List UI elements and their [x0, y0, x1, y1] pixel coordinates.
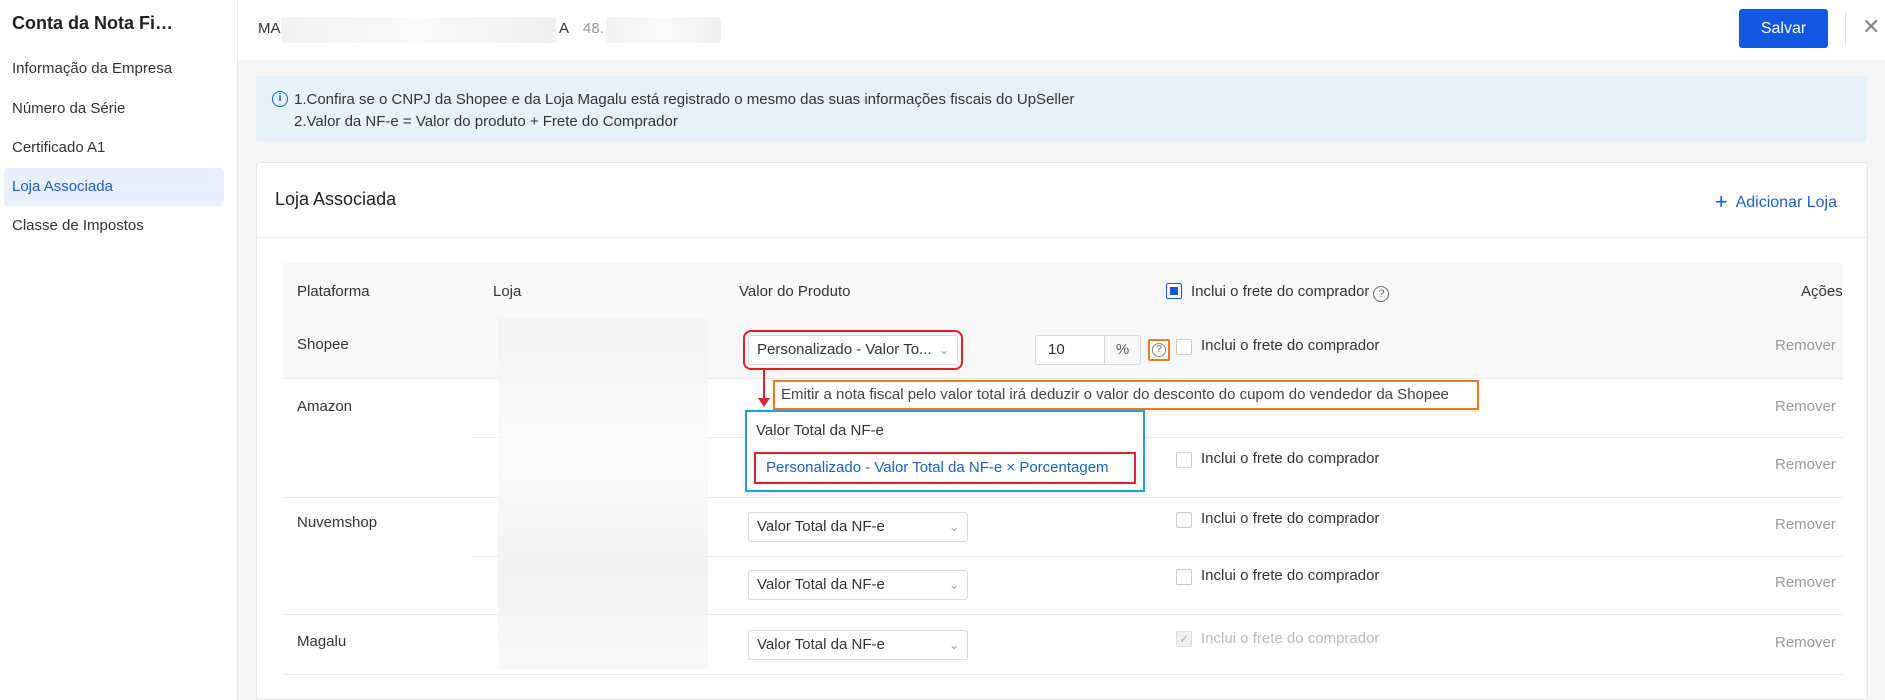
help-icon[interactable]: ?	[1373, 286, 1390, 302]
row-platform: Magalu	[297, 633, 347, 650]
question-icon[interactable]: ?	[1148, 339, 1170, 361]
select-value: Valor Total da NF-e	[757, 518, 885, 535]
select-value: Personalizado - Valor To...	[757, 341, 932, 358]
product-value-select[interactable]: Personalizado - Valor To... ⌄	[743, 330, 963, 370]
company-name: MA	[258, 20, 281, 37]
redacted-company-id	[606, 17, 721, 43]
chevron-down-icon: ⌄	[948, 638, 959, 652]
product-value-dropdown: Valor Total da NF-e Personalizado - Valo…	[745, 410, 1145, 492]
freight-label: Inclui o frete do comprador	[1201, 630, 1380, 647]
row-platform: Nuvemshop	[297, 514, 378, 531]
divider	[1845, 12, 1846, 46]
company-id: 48.	[583, 20, 604, 37]
header-freight-label: Inclui o frete do comprador	[1191, 283, 1370, 300]
select-value: Valor Total da NF-e	[757, 576, 885, 593]
header-platform: Plataforma	[297, 283, 370, 300]
product-value-select[interactable]: Valor Total da NF-e ⌄	[748, 570, 968, 600]
remove-link[interactable]: Remover	[1775, 398, 1836, 415]
save-button[interactable]: Salvar	[1739, 9, 1828, 48]
header-product-value: Valor do Produto	[739, 283, 851, 300]
row-platform: Shopee	[297, 336, 349, 353]
freight-checkbox[interactable]	[1176, 339, 1192, 355]
dropdown-option-custom[interactable]: Personalizado - Valor Total da NF-e × Po…	[754, 452, 1136, 484]
table-header: Plataforma Loja Valor do Produto Inclui …	[283, 263, 1843, 319]
remove-link[interactable]: Remover	[1775, 634, 1836, 651]
add-store-button[interactable]: + Adicionar Loja	[1715, 189, 1837, 215]
freight-checkbox[interactable]	[1176, 512, 1192, 528]
header-store: Loja	[493, 283, 522, 300]
percentage-input[interactable]: 10	[1035, 335, 1105, 365]
sidebar-item-company-info[interactable]: Informação da Empresa	[4, 50, 224, 88]
annotation-arrow-head	[758, 398, 770, 407]
row-divider	[283, 674, 1843, 675]
freight-label: Inclui o frete do comprador	[1201, 510, 1380, 527]
select-value: Valor Total da NF-e	[757, 636, 885, 653]
info-notice: i 1.Confira se o CNPJ da Shopee e da Loj…	[256, 76, 1867, 142]
redacted-company-name	[281, 17, 556, 43]
freight-checkbox[interactable]	[1176, 452, 1192, 468]
freight-label: Inclui o frete do comprador	[1201, 450, 1380, 467]
product-value-select[interactable]: Valor Total da NF-e ⌄	[748, 630, 968, 660]
main-content: MA A 48. Salvar ✕ i 1.Confira se o CNPJ …	[238, 0, 1885, 700]
freight-label: Inclui o frete do comprador	[1201, 567, 1380, 584]
dropdown-option-total[interactable]: Valor Total da NF-e	[756, 422, 884, 439]
chevron-down-icon: ⌄	[938, 343, 949, 357]
sidebar-item-certificate[interactable]: Certificado A1	[4, 129, 224, 167]
card-title: Loja Associada	[275, 189, 397, 209]
freight-checkbox-disabled: ✓	[1176, 631, 1192, 647]
redacted-store-names	[498, 318, 708, 670]
sidebar-item-series-number[interactable]: Número da Série	[4, 90, 224, 128]
card-divider	[257, 237, 1867, 238]
remove-link[interactable]: Remover	[1775, 516, 1836, 533]
product-value-select[interactable]: Valor Total da NF-e ⌄	[748, 512, 968, 542]
freight-checkbox[interactable]	[1176, 569, 1192, 585]
remove-link[interactable]: Remover	[1775, 337, 1836, 354]
sidebar-item-associated-store[interactable]: Loja Associada	[4, 168, 224, 206]
info-icon: i	[272, 91, 288, 107]
add-store-label: Adicionar Loja	[1735, 194, 1837, 211]
sidebar-item-tax-classes[interactable]: Classe de Impostos	[4, 207, 224, 245]
chevron-down-icon: ⌄	[948, 578, 959, 592]
remove-link[interactable]: Remover	[1775, 574, 1836, 591]
row-platform: Amazon	[297, 398, 353, 415]
plus-icon: +	[1714, 189, 1728, 214]
sidebar-title: Conta da Nota Fi…	[12, 13, 173, 33]
help-tooltip: Emitir a nota fiscal pelo valor total ir…	[773, 380, 1479, 410]
annotation-arrow	[763, 368, 765, 402]
company-name-suffix: A	[559, 20, 570, 37]
percentage-unit: %	[1105, 335, 1141, 365]
sidebar: Conta da Nota Fi… Informação da Empresa …	[0, 0, 238, 700]
close-icon[interactable]: ✕	[1862, 14, 1880, 40]
remove-link[interactable]: Remover	[1775, 456, 1836, 473]
freight-label: Inclui o frete do comprador	[1201, 337, 1380, 354]
header-actions: Ações	[1801, 283, 1843, 300]
select-all-freight-checkbox[interactable]	[1166, 283, 1182, 299]
chevron-down-icon: ⌄	[948, 520, 959, 534]
header-freight: Inclui o frete do comprador?	[1191, 283, 1390, 302]
top-bar: MA A 48. Salvar ✕	[238, 0, 1885, 60]
notice-line-2: 2.Valor da NF-e = Valor do produto + Fre…	[294, 113, 678, 130]
app-window: Conta da Nota Fi… Informação da Empresa …	[0, 0, 1885, 700]
notice-line-1: 1.Confira se o CNPJ da Shopee e da Loja …	[294, 91, 1075, 108]
